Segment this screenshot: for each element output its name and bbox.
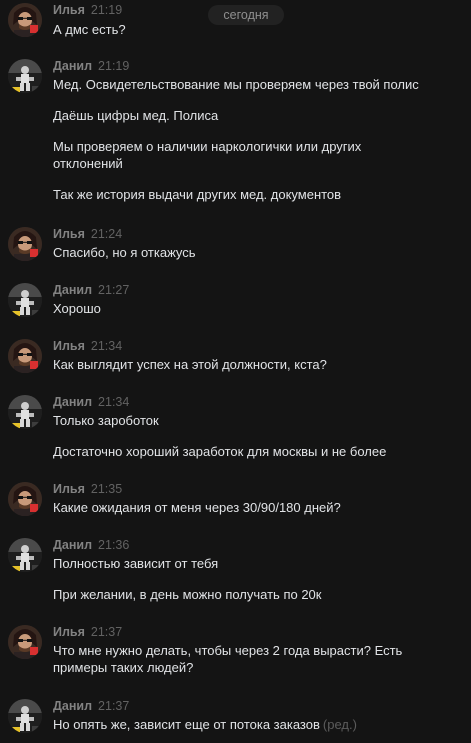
message-text: отклонений: [53, 156, 123, 171]
message-text: При желании, в день можно получать по 20…: [53, 587, 322, 602]
message-text: Полностью зависит от тебя: [53, 556, 219, 571]
message-text: Мы проверяем о наличии наркологички или …: [53, 139, 362, 154]
message-text-content: Но опять же, зависит еще от потока заказ…: [53, 717, 320, 732]
message-time: 21:19: [90, 3, 123, 17]
message-text: А дмс есть?: [53, 22, 126, 37]
avatar[interactable]: [8, 283, 42, 317]
message-header: Данил 21:27: [53, 283, 129, 297]
author-name[interactable]: Илья: [53, 625, 85, 639]
author-name[interactable]: Данил: [53, 538, 92, 552]
message-header: Данил 21:19: [53, 59, 129, 73]
message-time: 21:34: [90, 339, 123, 353]
avatar[interactable]: [8, 482, 42, 516]
message-time: 21:36: [98, 538, 130, 552]
message-header: Илья 21:19: [53, 3, 122, 17]
author-name[interactable]: Илья: [53, 339, 85, 353]
message-text: Достаточно хороший заработок для москвы …: [53, 444, 387, 459]
message-time: 21:24: [90, 227, 123, 241]
message-header: Илья 21:37: [53, 625, 122, 639]
message-header: Илья 21:24: [53, 227, 122, 241]
author-name[interactable]: Данил: [53, 283, 92, 297]
avatar[interactable]: [8, 625, 42, 659]
message-text: Только зароботок: [53, 413, 159, 428]
message-header: Илья 21:35: [53, 482, 122, 496]
message-text: Какие ожидания от меня через 30/90/180 д…: [53, 500, 341, 515]
message-text: примеры таких людей?: [53, 660, 194, 675]
message-text: Хорошо: [53, 301, 101, 316]
avatar[interactable]: [8, 339, 42, 373]
message-text: Что мне нужно делать, чтобы через 2 года…: [53, 643, 403, 658]
message-time: 21:37: [98, 699, 130, 713]
message-text: Даёшь цифры мед. Полиса: [53, 108, 219, 123]
edited-label[interactable]: (ред.): [323, 717, 357, 732]
message-text: Но опять же, зависит еще от потока заказ…: [53, 716, 357, 733]
avatar[interactable]: [8, 395, 42, 429]
author-name[interactable]: Илья: [53, 482, 85, 496]
message-header: Илья 21:34: [53, 339, 122, 353]
avatar[interactable]: [8, 59, 42, 93]
message-time: 21:37: [90, 625, 123, 639]
message-text: Так же история выдачи других мед. докуме…: [53, 187, 342, 202]
author-name[interactable]: Илья: [53, 227, 85, 241]
message-header: Данил 21:34: [53, 395, 129, 409]
avatar[interactable]: [8, 699, 42, 733]
message-text: Как выглядит успех на этой должности, кс…: [53, 357, 327, 372]
message-time: 21:35: [90, 482, 123, 496]
message-text: Мед. Освидетельствование мы проверяем че…: [53, 77, 419, 92]
author-name[interactable]: Данил: [53, 59, 92, 73]
message-time: 21:19: [98, 59, 130, 73]
message-time: 21:27: [98, 283, 130, 297]
date-badge: сегодня: [208, 5, 284, 25]
message-text: Спасибо, но я откажусь: [53, 245, 196, 260]
message-time: 21:34: [98, 395, 130, 409]
avatar[interactable]: [8, 227, 42, 261]
avatar[interactable]: [8, 538, 42, 572]
message-header: Данил 21:36: [53, 538, 129, 552]
message-header: Данил 21:37: [53, 699, 129, 713]
chat-history: сегодня Илья 21:19 А дмс есть? Данил 21:…: [0, 0, 471, 743]
author-name[interactable]: Данил: [53, 395, 92, 409]
avatar[interactable]: [8, 3, 42, 37]
author-name[interactable]: Илья: [53, 3, 85, 17]
author-name[interactable]: Данил: [53, 699, 92, 713]
